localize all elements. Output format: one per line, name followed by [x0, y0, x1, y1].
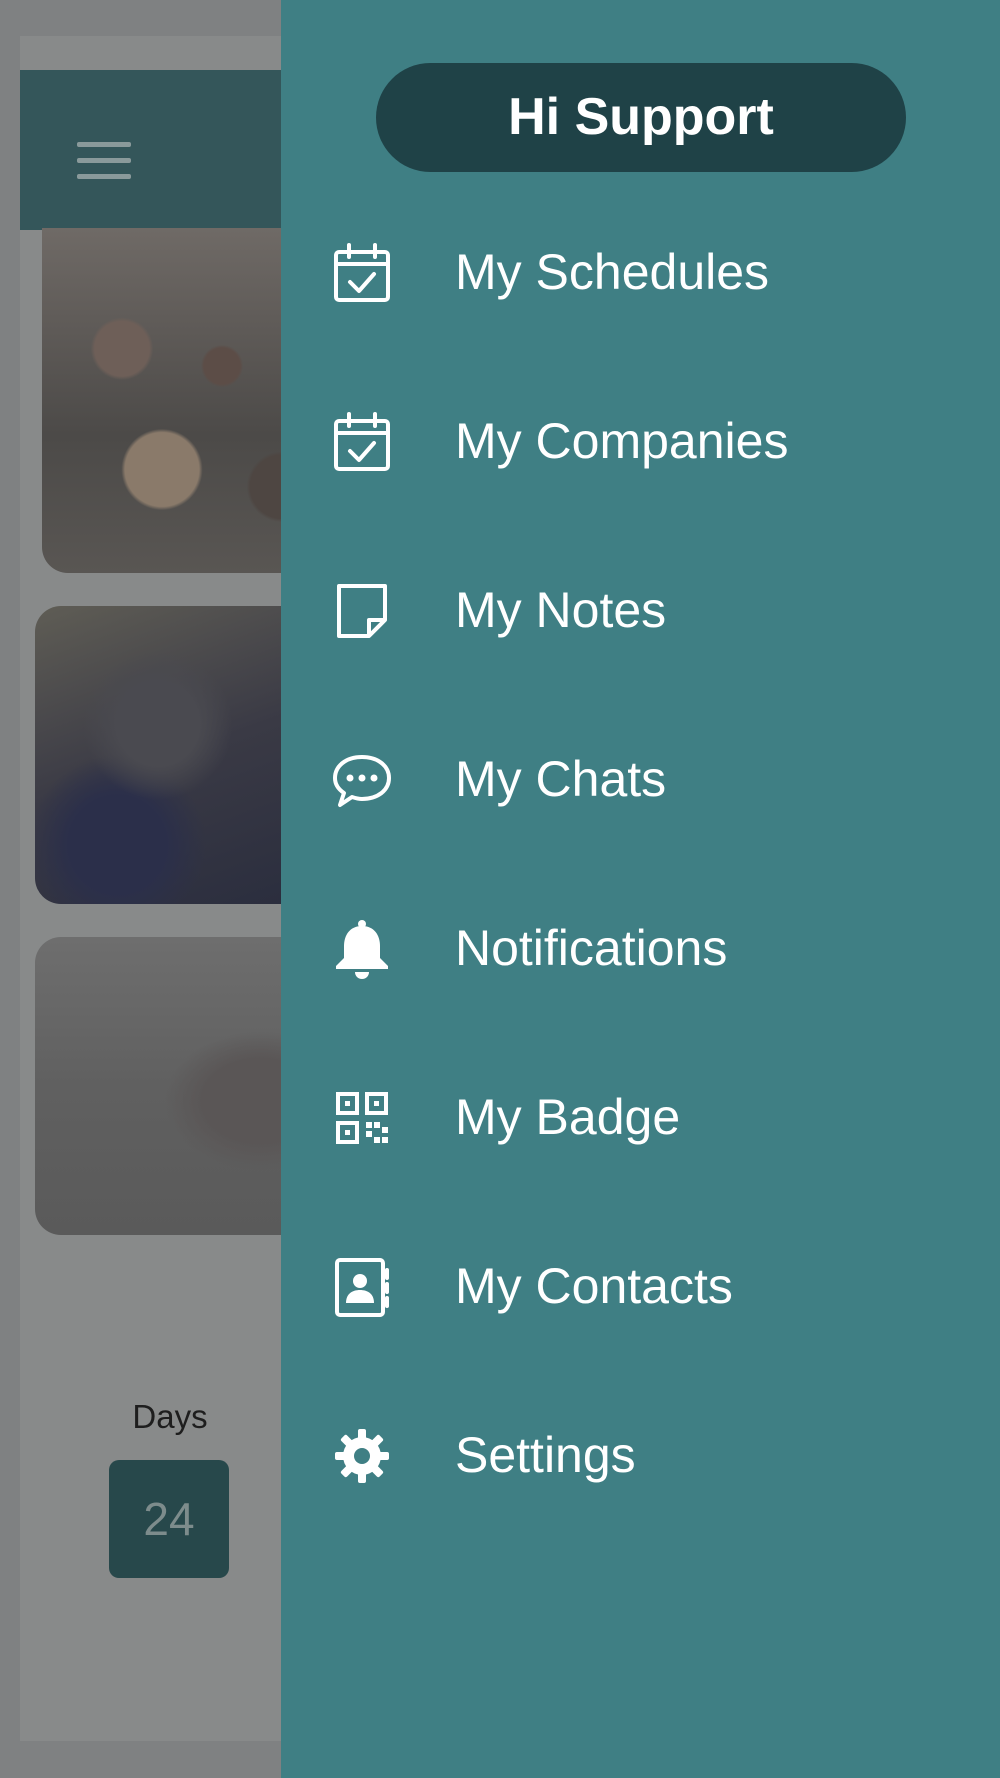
menu-item-label: My Contacts [455, 1258, 733, 1314]
calendar-check-icon [331, 411, 393, 473]
menu-item-my-schedules[interactable]: My Schedules [281, 212, 1000, 332]
contact-card-icon [331, 1256, 393, 1318]
countdown-days-box: 24 [109, 1460, 229, 1578]
menu-item-my-companies[interactable]: My Companies [281, 381, 1000, 501]
menu-item-label: My Notes [455, 582, 667, 638]
greeting-pill: Hi Support [376, 63, 906, 172]
menu-item-label: Notifications [455, 920, 728, 976]
menu-item-my-badge[interactable]: My Badge [281, 1057, 1000, 1177]
chat-bubble-icon [331, 749, 393, 811]
bell-icon [331, 918, 393, 980]
menu-item-label: Settings [455, 1427, 636, 1483]
menu-item-settings[interactable]: Settings [281, 1395, 1000, 1515]
menu-item-my-chats[interactable]: My Chats [281, 719, 1000, 839]
menu-item-my-contacts[interactable]: My Contacts [281, 1226, 1000, 1346]
menu-item-label: My Schedules [455, 244, 770, 300]
menu-item-label: My Chats [455, 751, 667, 807]
calendar-check-icon [331, 242, 393, 304]
menu-item-my-notes[interactable]: My Notes [281, 550, 1000, 670]
countdown-days-value: 24 [143, 1493, 195, 1545]
menu-item-label: My Companies [455, 413, 789, 469]
sticky-note-icon [331, 580, 393, 642]
qr-code-icon [331, 1087, 393, 1149]
countdown-days-label: Days [132, 1398, 208, 1435]
menu-item-notifications[interactable]: Notifications [281, 888, 1000, 1008]
hamburger-menu-icon[interactable] [77, 142, 131, 182]
gear-icon [331, 1425, 393, 1487]
side-drawer: Hi Support My Schedules My Companies My … [281, 0, 1000, 1778]
menu-item-label: My Badge [455, 1089, 681, 1145]
